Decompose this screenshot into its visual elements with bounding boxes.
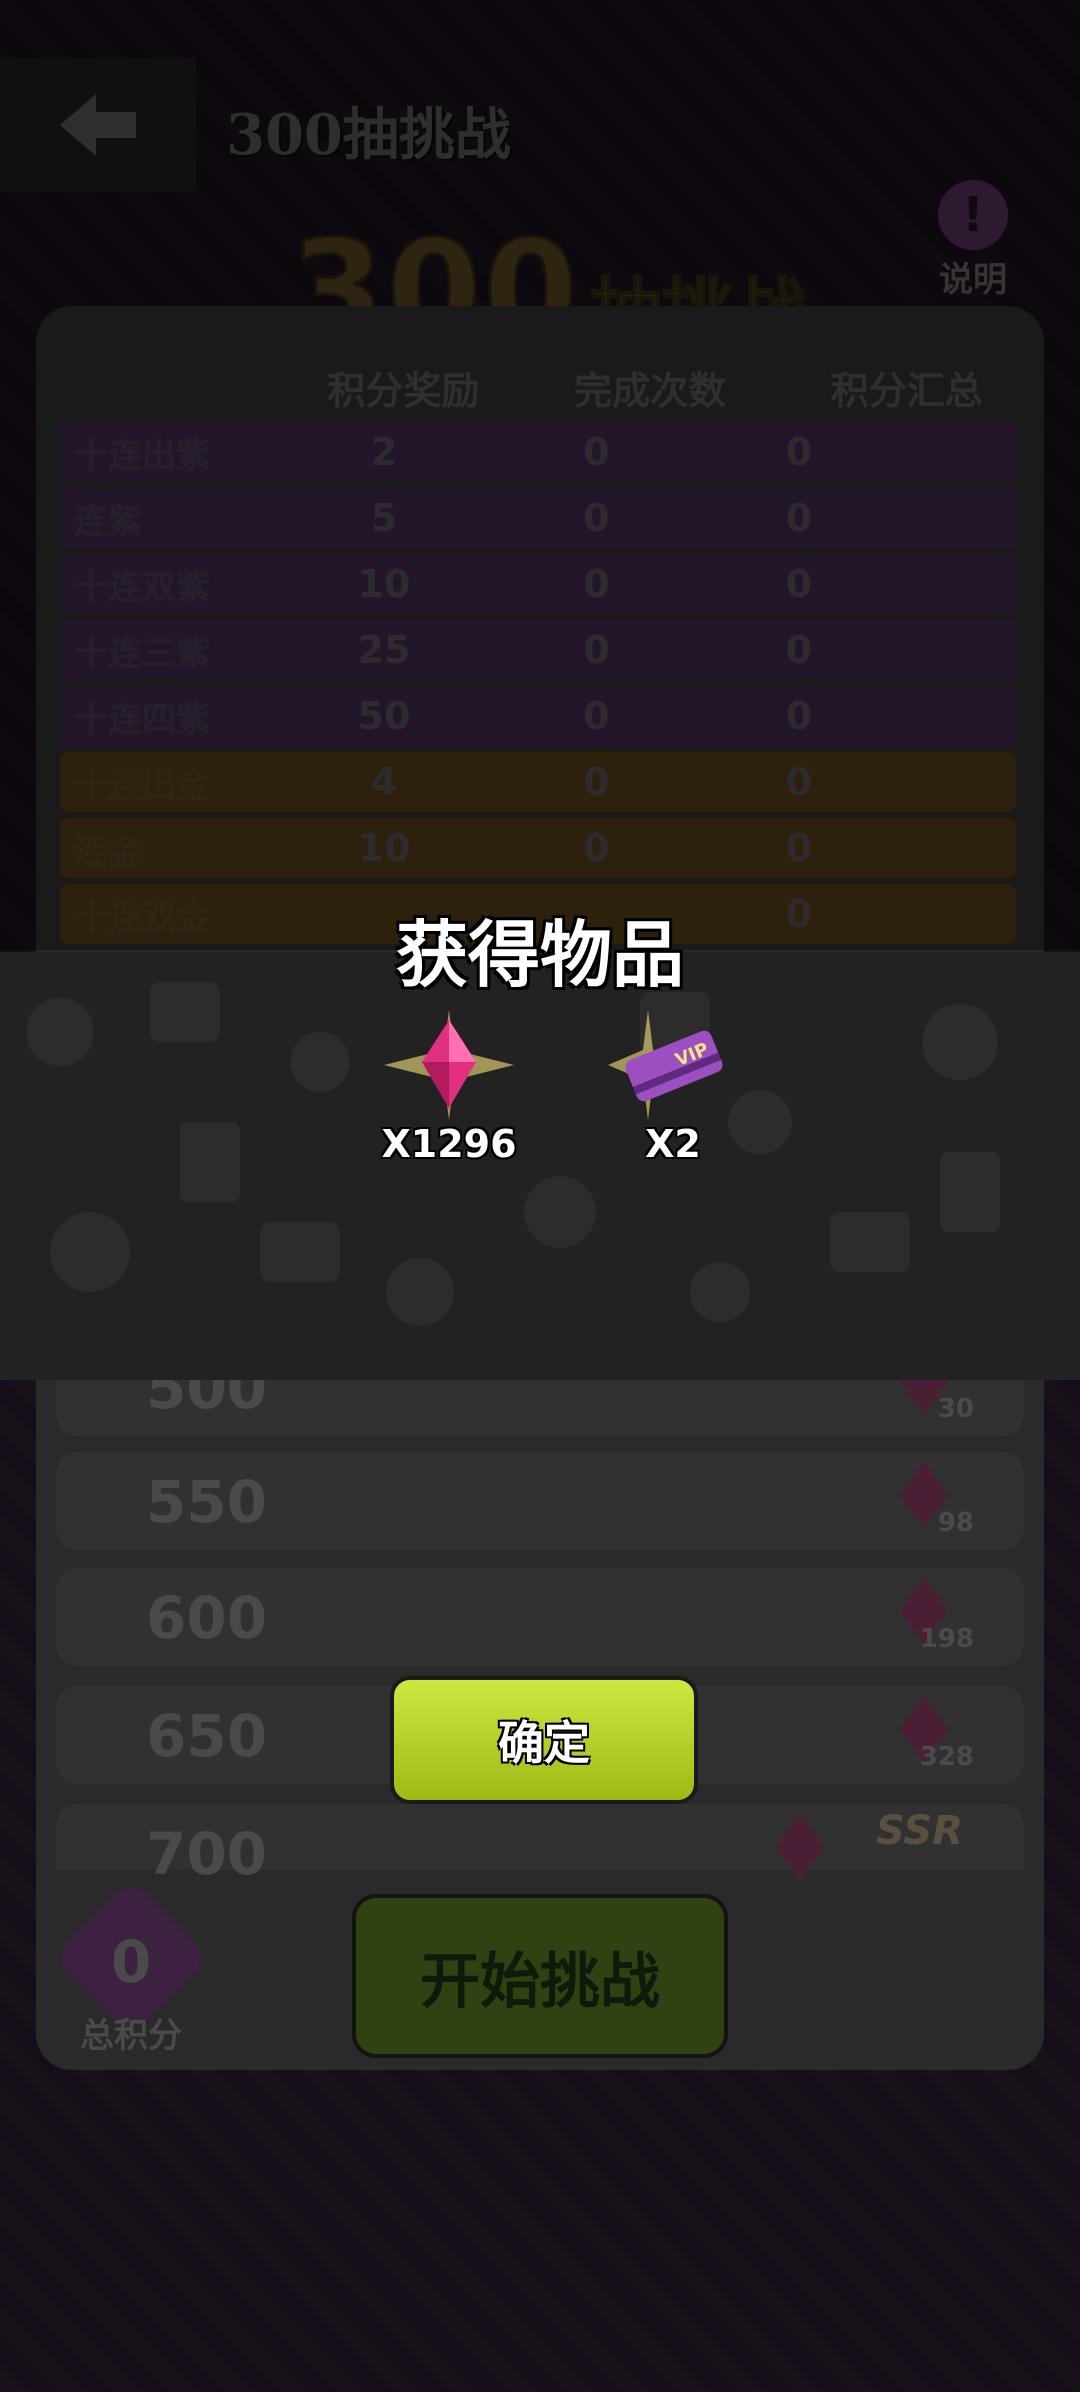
milestone-score: 600 — [146, 1584, 268, 1652]
milestone-score: 700 — [146, 1820, 268, 1888]
modal-title: 获得物品 — [395, 913, 684, 997]
total-score-value: 0 — [110, 1928, 152, 1996]
reward-quantity: X1296 — [381, 1122, 517, 1166]
milestone-reward-count: 328 — [919, 1742, 974, 1772]
confirm-button[interactable]: 确定 — [390, 1676, 698, 1804]
milestone-row[interactable]: 600 198 — [56, 1568, 1024, 1666]
reward-item[interactable]: X1296 — [364, 1010, 534, 1166]
reward-item[interactable]: VIP X2 — [588, 1010, 758, 1166]
milestone-row[interactable]: 550 98 — [56, 1452, 1024, 1550]
ssr-badge: SSR — [876, 1808, 963, 1854]
start-challenge-button[interactable]: 开始挑战 — [352, 1894, 728, 2058]
modal-background-pattern — [26, 982, 1000, 1326]
reward-modal — [0, 952, 1080, 1380]
modal-backdrop[interactable] — [0, 0, 1080, 950]
milestone-reward-count: 98 — [937, 1508, 974, 1538]
gem-icon — [384, 1010, 514, 1120]
reward-quantity: X2 — [645, 1122, 701, 1166]
milestone-reward-count: 30 — [937, 1394, 974, 1424]
gem-icon — [776, 1814, 824, 1880]
milestone-reward-count: 198 — [919, 1624, 974, 1654]
vip-ticket-icon: VIP — [608, 1010, 723, 1120]
milestone-score: 550 — [146, 1468, 268, 1536]
total-score-label: 总积分 — [80, 2016, 182, 2056]
milestone-score: 650 — [146, 1702, 268, 1770]
total-score: 0 总积分 — [53, 1879, 209, 2058]
